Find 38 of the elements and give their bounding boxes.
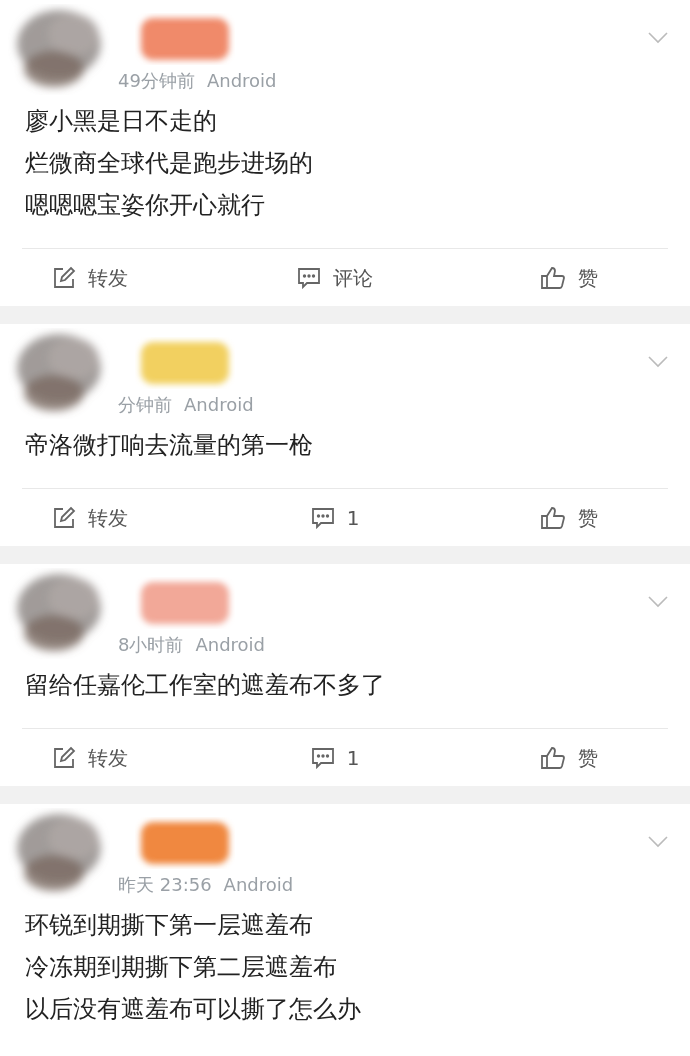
post-time: 8小时前 — [118, 633, 184, 657]
post-time: 49分钟前 — [118, 69, 195, 93]
repost-button[interactable]: 转发 — [52, 502, 128, 533]
post-source: Android — [195, 633, 266, 657]
post-text-line: 留给任嘉伦工作室的遮羞布不多了 — [25, 670, 386, 701]
thumbs-up-icon — [540, 505, 566, 530]
post-source: Android — [184, 393, 254, 417]
chevron-down-icon[interactable] — [648, 356, 668, 368]
like-button[interactable]: 赞 — [540, 262, 598, 293]
post-source: Android — [206, 69, 277, 93]
edit-icon — [52, 505, 76, 530]
comment-button[interactable]: 1 — [310, 742, 360, 773]
post-text-line: 环锐到期撕下第一层遮羞布 — [25, 910, 314, 941]
post-time: 分钟前 — [118, 393, 172, 417]
chevron-down-icon[interactable] — [648, 596, 668, 608]
post-text-line: 烂微商全球代是跑步进场的 — [25, 148, 314, 179]
post-text-line: 冷冻期到期撕下第二层遮羞布 — [25, 952, 338, 983]
like-button[interactable]: 赞 — [540, 742, 598, 773]
comment-icon — [297, 266, 321, 289]
comment-button[interactable]: 评论 — [297, 262, 373, 293]
comment-button[interactable]: 1 — [310, 502, 360, 533]
like-button[interactable]: 赞 — [540, 502, 598, 533]
post-text-line: 廖小黑是日不走的 — [25, 106, 218, 137]
chevron-down-icon[interactable] — [648, 32, 668, 44]
repost-button[interactable]: 转发 — [52, 742, 128, 773]
post-text-line: 以后没有遮羞布可以撕了怎么办 — [25, 994, 362, 1025]
comment-icon — [310, 746, 335, 769]
chevron-down-icon[interactable] — [648, 836, 668, 848]
post-source: Android — [223, 873, 294, 897]
thumbs-up-icon — [540, 745, 566, 770]
edit-icon — [52, 745, 76, 770]
post-text-line: 帝洛微打响去流量的第一枪 — [25, 430, 314, 461]
post-text-line: 嗯嗯嗯宝姿你开心就行 — [25, 190, 266, 221]
comment-icon — [310, 506, 335, 529]
repost-button[interactable]: 转发 — [52, 262, 128, 293]
post-time: 昨天 23:56 — [118, 873, 212, 897]
thumbs-up-icon — [540, 265, 566, 290]
edit-icon — [52, 265, 76, 290]
